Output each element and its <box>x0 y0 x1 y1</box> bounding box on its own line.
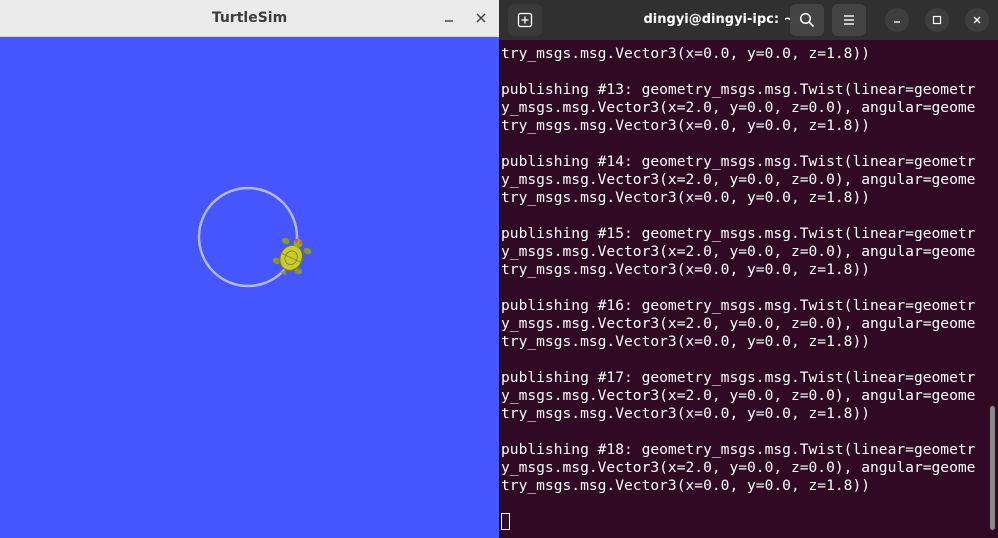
terminal-line: y_msgs.msg.Vector3(x=2.0, y=0.0, z=0.0),… <box>501 459 976 476</box>
terminal-line: try_msgs.msg.Vector3(x=0.0, y=0.0, z=1.8… <box>501 189 871 206</box>
close-icon <box>476 13 486 23</box>
turtlesim-window-title: TurtleSim <box>211 10 288 26</box>
hamburger-menu-icon <box>844 15 854 25</box>
close-icon <box>973 16 981 24</box>
turtlesim-close-button[interactable] <box>469 6 493 30</box>
terminal-line: try_msgs.msg.Vector3(x=0.0, y=0.0, z=1.8… <box>501 477 871 494</box>
text-cursor <box>501 513 510 530</box>
terminal-line: publishing #14: geometry_msgs.msg.Twist(… <box>501 153 976 170</box>
search-icon <box>799 12 815 28</box>
maximize-icon <box>932 15 942 25</box>
search-button[interactable] <box>790 4 824 36</box>
terminal-lines: try_msgs.msg.Vector3(x=0.0, y=0.0, z=1.8… <box>501 45 975 531</box>
terminal-line: try_msgs.msg.Vector3(x=0.0, y=0.0, z=1.8… <box>501 45 871 62</box>
terminal-prompt-line[interactable] <box>501 513 975 531</box>
terminal-close-button[interactable] <box>965 8 989 32</box>
terminal-line: publishing #13: geometry_msgs.msg.Twist(… <box>501 81 976 98</box>
terminal-line: try_msgs.msg.Vector3(x=0.0, y=0.0, z=1.8… <box>501 117 871 134</box>
terminal-headerbar[interactable]: dingyi@dingyi-ipc: ~ <box>499 0 998 40</box>
terminal-line: try_msgs.msg.Vector3(x=0.0, y=0.0, z=1.8… <box>501 261 871 278</box>
menu-button[interactable] <box>832 4 866 36</box>
terminal-window: dingyi@dingyi-ipc: ~ try_msgs.msg.Vector… <box>499 0 998 538</box>
terminal-output[interactable]: try_msgs.msg.Vector3(x=0.0, y=0.0, z=1.8… <box>501 40 991 538</box>
turtlesim-window: TurtleSim <box>0 0 499 538</box>
minimize-icon <box>894 21 900 23</box>
minimize-icon <box>445 20 453 22</box>
turtle-trail <box>197 186 299 288</box>
terminal-line: publishing #16: geometry_msgs.msg.Twist(… <box>501 297 976 314</box>
terminal-line: y_msgs.msg.Vector3(x=2.0, y=0.0, z=0.0),… <box>501 387 976 404</box>
terminal-line: y_msgs.msg.Vector3(x=2.0, y=0.0, z=0.0),… <box>501 243 976 260</box>
turtlesim-canvas <box>0 37 499 538</box>
turtlesim-drawing <box>197 186 312 288</box>
terminal-minimize-button[interactable] <box>885 8 909 32</box>
terminal-scrollbar[interactable] <box>990 406 995 530</box>
terminal-line: y_msgs.msg.Vector3(x=2.0, y=0.0, z=0.0),… <box>501 99 976 116</box>
terminal-maximize-button[interactable] <box>925 8 949 32</box>
terminal-line: y_msgs.msg.Vector3(x=2.0, y=0.0, z=0.0),… <box>501 315 976 332</box>
terminal-line: try_msgs.msg.Vector3(x=0.0, y=0.0, z=1.8… <box>501 333 871 350</box>
terminal-line: publishing #18: geometry_msgs.msg.Twist(… <box>501 441 976 458</box>
terminal-line: publishing #17: geometry_msgs.msg.Twist(… <box>501 369 976 386</box>
terminal-line: try_msgs.msg.Vector3(x=0.0, y=0.0, z=1.8… <box>501 405 871 422</box>
new-tab-icon <box>517 12 533 28</box>
terminal-line: y_msgs.msg.Vector3(x=2.0, y=0.0, z=0.0),… <box>501 171 976 188</box>
turtlesim-minimize-button[interactable] <box>437 6 461 30</box>
turtle-icon <box>272 237 312 276</box>
terminal-line: publishing #15: geometry_msgs.msg.Twist(… <box>501 225 976 242</box>
turtlesim-titlebar[interactable]: TurtleSim <box>0 0 499 37</box>
new-tab-button[interactable] <box>508 4 542 36</box>
